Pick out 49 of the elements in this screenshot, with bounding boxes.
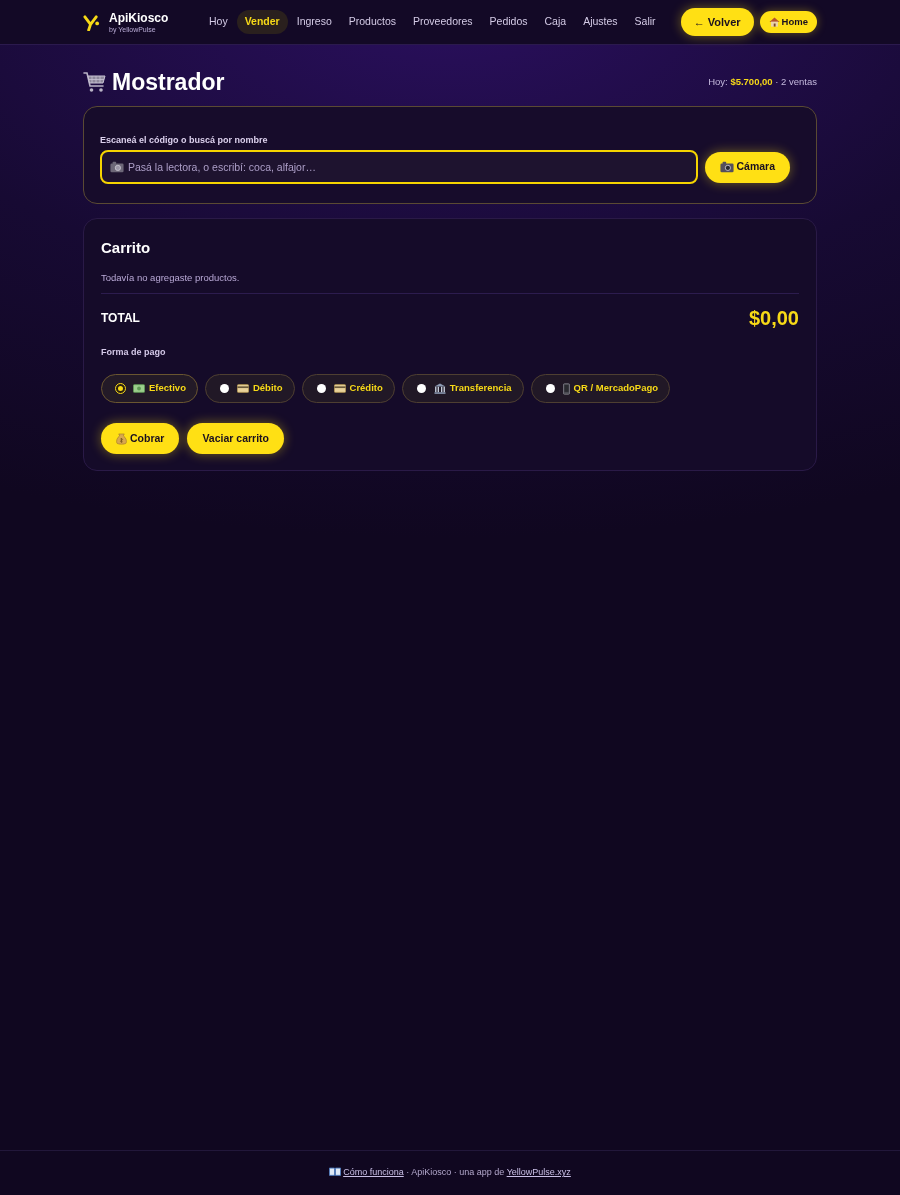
- radio-button[interactable]: [416, 384, 426, 393]
- footer-text: Cómo funciona · ApiKiosco · una app de YellowPulse.xyz: [329, 1166, 571, 1180]
- nav-link[interactable]: Hoy: [201, 10, 236, 34]
- empty-cart-message: Todavía no agregaste productos.: [101, 272, 241, 284]
- page-title: Mostrador: [112, 67, 225, 97]
- clear-cart-button[interactable]: Vaciar carrito: [187, 423, 284, 454]
- credit-card-icon: [333, 384, 346, 393]
- payment-option[interactable]: Débito: [204, 374, 295, 403]
- credit-card-icon: [236, 384, 249, 393]
- nav-link[interactable]: Pedidos: [481, 10, 536, 34]
- camera-button[interactable]: Cámara: [705, 151, 790, 183]
- nav-link[interactable]: Proveedores: [405, 10, 481, 34]
- daily-summary: Hoy: $5.700,00 · 2 ventas: [708, 74, 817, 89]
- money-bag-icon: [116, 432, 127, 445]
- help-link[interactable]: Cómo funciona: [329, 1167, 404, 1178]
- total-amount: $0,00: [748, 306, 799, 331]
- total-label: TOTAL: [101, 310, 140, 327]
- radio-button[interactable]: [219, 384, 229, 393]
- charge-button[interactable]: Cobrar: [101, 423, 180, 454]
- phone-icon: [562, 382, 570, 395]
- search-field[interactable]: Pasá la lectora, o escribí: coca, alfajor…: [100, 150, 699, 184]
- radio-button[interactable]: [116, 384, 125, 393]
- nav-link[interactable]: Ingreso: [288, 10, 340, 34]
- nav-link[interactable]: Vender: [236, 10, 288, 34]
- nav-link[interactable]: Caja: [536, 10, 575, 34]
- nav-link[interactable]: Ajustes: [575, 10, 626, 34]
- nav-link[interactable]: Productos: [340, 10, 405, 34]
- back-button[interactable]: ← Volver: [680, 8, 754, 36]
- payment-option[interactable]: QR / MercadoPago: [530, 374, 671, 403]
- payment-option[interactable]: Crédito: [301, 374, 395, 403]
- shopping-cart-icon: [83, 70, 107, 94]
- cart-title: Carrito: [101, 239, 152, 257]
- radio-button[interactable]: [316, 384, 326, 393]
- nav-link[interactable]: Salir: [626, 10, 664, 34]
- site-link[interactable]: YellowPulse.xyz: [506, 1167, 571, 1178]
- radio-button[interactable]: [545, 384, 555, 393]
- payment-label: Forma de pago: [101, 346, 167, 358]
- house-icon: [768, 17, 780, 27]
- bank-building-icon: [433, 383, 446, 394]
- camera-icon: [110, 161, 124, 173]
- camera-icon: [720, 161, 735, 173]
- brand-name: ApiKiosco: [109, 11, 169, 24]
- home-button[interactable]: Home: [759, 11, 817, 33]
- book-icon: [329, 1167, 342, 1177]
- logo-icon: [83, 13, 100, 31]
- banknote-icon: [133, 384, 145, 393]
- scan-label: Escaneá el código o buscá por nombre: [100, 135, 269, 146]
- payment-option[interactable]: Efectivo: [101, 374, 198, 403]
- payment-option[interactable]: Transferencia: [401, 374, 524, 403]
